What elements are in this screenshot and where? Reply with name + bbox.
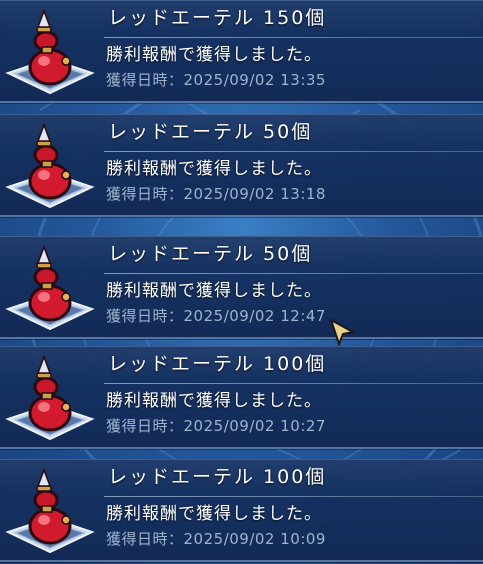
history-item[interactable]: レッドエーテル 100個 勝利報酬で獲得しました。 獲得日時：2025/09/0… bbox=[0, 459, 483, 562]
date-label: 獲得日時： bbox=[106, 307, 184, 325]
item-title: レッドエーテル 100個 bbox=[108, 466, 327, 488]
history-item[interactable]: レッドエーテル 50個 勝利報酬で獲得しました。 獲得日時：2025/09/02… bbox=[0, 236, 483, 339]
date-label: 獲得日時： bbox=[106, 417, 184, 435]
red-ether-potion-icon bbox=[4, 243, 96, 331]
title-divider bbox=[104, 151, 483, 152]
title-divider bbox=[104, 273, 483, 274]
date-label: 獲得日時： bbox=[106, 530, 184, 548]
date-value: 2025/09/02 13:18 bbox=[183, 185, 326, 203]
red-ether-potion-icon bbox=[4, 7, 96, 95]
history-item[interactable]: レッドエーテル 100個 勝利報酬で獲得しました。 獲得日時：2025/09/0… bbox=[0, 346, 483, 449]
date-label: 獲得日時： bbox=[106, 71, 184, 89]
item-description: 勝利報酬で獲得しました。 bbox=[106, 504, 322, 524]
item-title: レッドエーテル 100個 bbox=[108, 353, 327, 375]
item-title: レッドエーテル 50個 bbox=[108, 121, 313, 143]
red-ether-potion-icon bbox=[4, 121, 96, 209]
acquisition-history-list: レッドエーテル 150個 勝利報酬で獲得しました。 獲得日時：2025/09/0… bbox=[0, 0, 483, 564]
mouse-cursor-icon bbox=[329, 318, 356, 346]
date-value: 2025/09/02 10:09 bbox=[183, 530, 326, 548]
title-divider bbox=[104, 37, 483, 38]
item-description: 勝利報酬で獲得しました。 bbox=[106, 159, 322, 179]
date-value: 2025/09/02 10:27 bbox=[183, 417, 326, 435]
red-ether-potion-icon bbox=[4, 466, 96, 554]
acquired-date: 獲得日時：2025/09/02 12:47 bbox=[106, 305, 326, 327]
red-ether-potion-icon bbox=[4, 353, 96, 441]
date-value: 2025/09/02 13:35 bbox=[183, 71, 326, 89]
title-divider bbox=[104, 496, 483, 497]
history-item[interactable]: レッドエーテル 50個 勝利報酬で獲得しました。 獲得日時：2025/09/02… bbox=[0, 114, 483, 217]
date-value: 2025/09/02 12:47 bbox=[183, 307, 326, 325]
acquired-date: 獲得日時：2025/09/02 13:35 bbox=[106, 69, 326, 91]
date-label: 獲得日時： bbox=[106, 185, 184, 203]
item-description: 勝利報酬で獲得しました。 bbox=[106, 391, 322, 411]
item-description: 勝利報酬で獲得しました。 bbox=[106, 45, 322, 65]
item-title: レッドエーテル 150個 bbox=[108, 7, 327, 29]
history-item[interactable]: レッドエーテル 150個 勝利報酬で獲得しました。 獲得日時：2025/09/0… bbox=[0, 0, 483, 103]
item-description: 勝利報酬で獲得しました。 bbox=[106, 281, 322, 301]
acquired-date: 獲得日時：2025/09/02 10:09 bbox=[106, 528, 326, 550]
acquired-date: 獲得日時：2025/09/02 10:27 bbox=[106, 415, 326, 437]
item-title: レッドエーテル 50個 bbox=[108, 243, 313, 265]
acquired-date: 獲得日時：2025/09/02 13:18 bbox=[106, 183, 326, 205]
title-divider bbox=[104, 383, 483, 384]
